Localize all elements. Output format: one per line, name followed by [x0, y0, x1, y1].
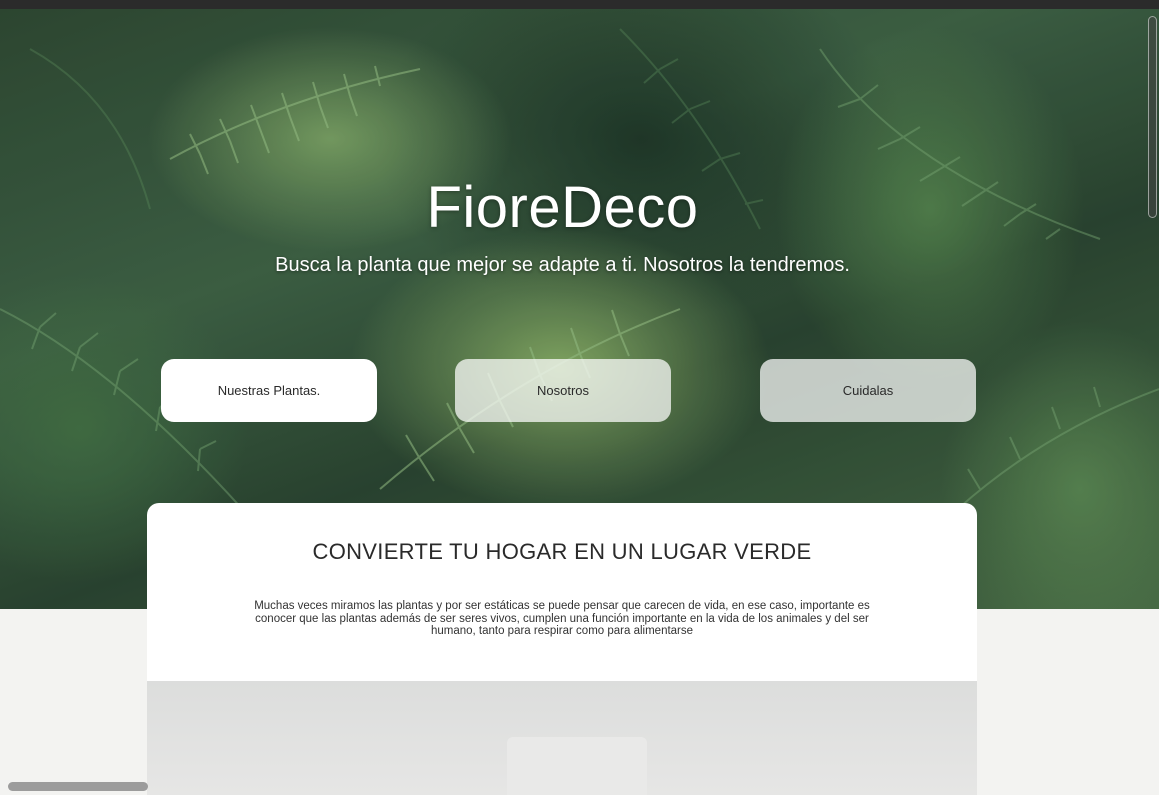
nav-button-label: Cuidalas	[842, 383, 894, 398]
hero-subtitle: Busca la planta que mejor se adapte a ti…	[275, 254, 850, 276]
nav-button-nosotros[interactable]: Nosotros	[455, 359, 671, 422]
nav-button-label: Nosotros	[536, 383, 590, 398]
browser-top-bar	[0, 0, 1159, 9]
image-object	[507, 737, 647, 795]
nav-button-label: Nuestras Plantas.	[217, 383, 321, 398]
nav-button-nuestras-plantas[interactable]: Nuestras Plantas.	[161, 359, 377, 422]
intro-card: CONVIERTE TU HOGAR EN UN LUGAR VERDE Muc…	[147, 503, 977, 795]
horizontal-scrollbar-thumb[interactable]	[8, 782, 148, 791]
vertical-scrollbar-thumb[interactable]	[1148, 16, 1157, 218]
site-title: FioreDeco	[426, 175, 699, 240]
section-heading: CONVIERTE TU HOGAR EN UN LUGAR VERDE	[312, 539, 812, 564]
section-body-text: Muchas veces miramos las plantas y por s…	[254, 600, 870, 637]
nav-button-cuidalas[interactable]: Cuidalas	[760, 359, 976, 422]
section-image	[147, 681, 977, 795]
